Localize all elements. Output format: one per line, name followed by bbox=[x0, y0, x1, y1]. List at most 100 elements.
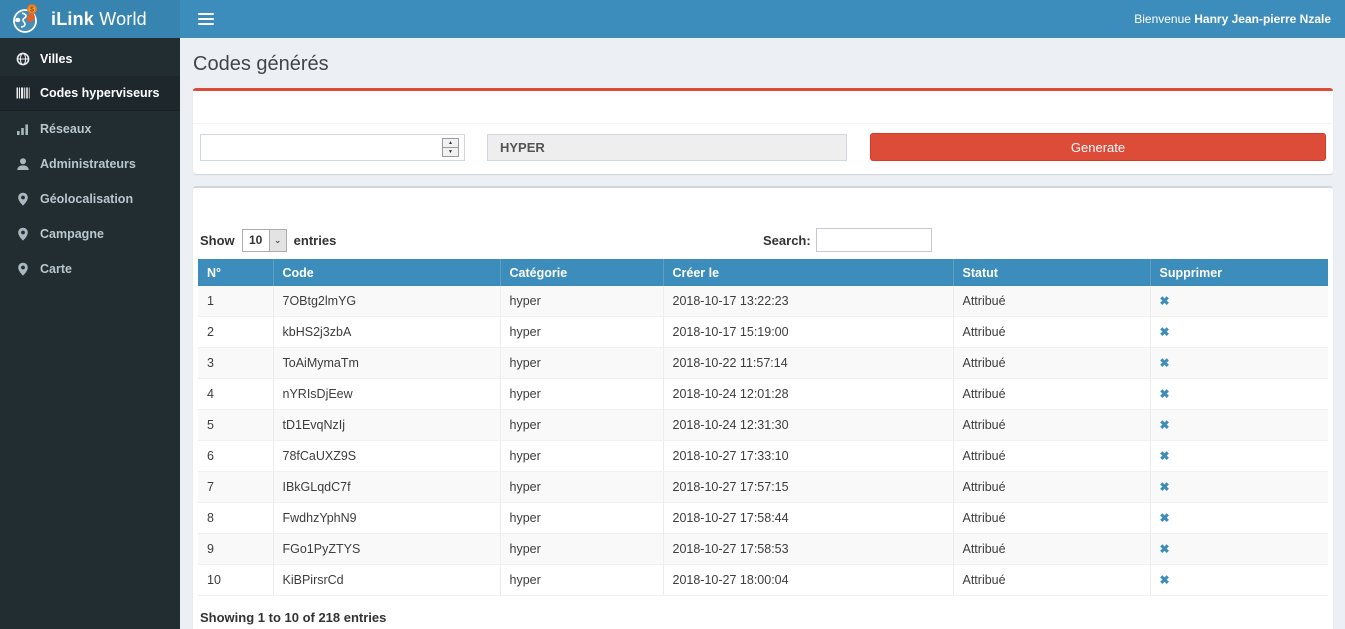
cell-code: nYRIsDjEew bbox=[273, 379, 500, 410]
column-header-numero[interactable]: N° bbox=[198, 259, 273, 286]
user-name: Hanry Jean-pierre Nzale bbox=[1194, 12, 1331, 26]
search-control: Search: bbox=[763, 228, 1326, 252]
page-length-control: Show 10 ⌄ entries bbox=[200, 228, 763, 252]
cell-statut: Attribué bbox=[953, 379, 1150, 410]
globe-icon bbox=[16, 52, 30, 66]
generate-button[interactable]: Generate bbox=[870, 133, 1326, 161]
cell-statut: Attribué bbox=[953, 410, 1150, 441]
map-marker-icon bbox=[16, 192, 30, 206]
cell-creer-le: 2018-10-27 17:58:53 bbox=[663, 534, 953, 565]
globe-pin-logo-icon: $ bbox=[12, 3, 42, 35]
panel-body: ▲ ▼ Generate bbox=[193, 124, 1333, 174]
page-length-value: 10 bbox=[243, 230, 269, 251]
delete-code-icon[interactable]: ✖ bbox=[1160, 387, 1170, 401]
table-controls: Show 10 ⌄ entries Search: bbox=[200, 228, 1326, 252]
sidebar-nav: Villes Codes hyperviseurs Réseaux Admini… bbox=[0, 38, 180, 629]
navbar: Bienvenue Hanry Jean-pierre Nzale bbox=[180, 0, 1345, 38]
cell-statut: Attribué bbox=[953, 348, 1150, 379]
code-count-field-wrap: ▲ ▼ bbox=[200, 134, 465, 161]
cell-categorie: hyper bbox=[500, 348, 663, 379]
category-input bbox=[487, 134, 847, 161]
cell-categorie: hyper bbox=[500, 534, 663, 565]
cell-creer-le: 2018-10-27 18:00:04 bbox=[663, 565, 953, 596]
sidebar-item-label: Réseaux bbox=[40, 122, 91, 136]
sidebar-item-reseaux[interactable]: Réseaux bbox=[0, 111, 180, 146]
search-input[interactable] bbox=[816, 228, 932, 252]
cell-statut: Attribué bbox=[953, 503, 1150, 534]
cell-numero: 3 bbox=[198, 348, 273, 379]
table-row: 6 78fCaUXZ9S hyper 2018-10-27 17:33:10 A… bbox=[198, 441, 1328, 472]
delete-code-icon[interactable]: ✖ bbox=[1160, 573, 1170, 587]
sidebar-item-geolocalisation[interactable]: Géolocalisation bbox=[0, 181, 180, 216]
delete-code-icon[interactable]: ✖ bbox=[1160, 325, 1170, 339]
map-marker-icon bbox=[16, 262, 30, 276]
cell-code: kbHS2j3zbA bbox=[273, 317, 500, 348]
cell-categorie: hyper bbox=[500, 472, 663, 503]
delete-code-icon[interactable]: ✖ bbox=[1160, 511, 1170, 525]
chevron-down-icon: ⌄ bbox=[269, 230, 286, 251]
column-header-statut[interactable]: Statut bbox=[953, 259, 1150, 286]
cell-creer-le: 2018-10-24 12:01:28 bbox=[663, 379, 953, 410]
cell-numero: 6 bbox=[198, 441, 273, 472]
table-row: 5 tD1EvqNzIj hyper 2018-10-24 12:31:30 A… bbox=[198, 410, 1328, 441]
codes-table: N° Code Catégorie Créer le Statut Suppri… bbox=[198, 259, 1328, 596]
column-header-code[interactable]: Code bbox=[273, 259, 500, 286]
column-header-supprimer[interactable]: Supprimer bbox=[1150, 259, 1328, 286]
spinner-up-icon[interactable]: ▲ bbox=[442, 138, 459, 148]
delete-code-icon[interactable]: ✖ bbox=[1160, 449, 1170, 463]
number-spinner: ▲ ▼ bbox=[442, 138, 459, 157]
sidebar-item-carte[interactable]: Carte bbox=[0, 251, 180, 286]
delete-code-icon[interactable]: ✖ bbox=[1160, 542, 1170, 556]
cell-numero: 4 bbox=[198, 379, 273, 410]
cell-categorie: hyper bbox=[500, 286, 663, 317]
brand-logo[interactable]: $ iLink World bbox=[0, 0, 180, 38]
cell-statut: Attribué bbox=[953, 441, 1150, 472]
cell-creer-le: 2018-10-27 17:33:10 bbox=[663, 441, 953, 472]
cell-code: FwdhzYphN9 bbox=[273, 503, 500, 534]
column-header-creer-le[interactable]: Créer le bbox=[663, 259, 953, 286]
spinner-down-icon[interactable]: ▼ bbox=[442, 148, 459, 157]
delete-code-icon[interactable]: ✖ bbox=[1160, 356, 1170, 370]
top-header: $ iLink World Bienvenue Hanry Jean-pierr… bbox=[0, 0, 1345, 38]
codes-table-panel: Show 10 ⌄ entries Search: N° Code bbox=[193, 186, 1333, 629]
cell-categorie: hyper bbox=[500, 441, 663, 472]
user-icon bbox=[16, 157, 30, 171]
sidebar-toggle-icon[interactable] bbox=[194, 7, 218, 31]
sidebar-item-label: Administrateurs bbox=[40, 157, 136, 171]
sidebar-item-label: Géolocalisation bbox=[40, 192, 133, 206]
table-row: 7 IBkGLqdC7f hyper 2018-10-27 17:57:15 A… bbox=[198, 472, 1328, 503]
map-marker-icon bbox=[16, 227, 30, 241]
signal-bars-icon bbox=[16, 122, 30, 136]
page-length-select[interactable]: 10 ⌄ bbox=[242, 229, 287, 252]
brand-title-bold: iLink bbox=[51, 9, 94, 29]
search-label: Search: bbox=[763, 233, 811, 248]
cell-statut: Attribué bbox=[953, 286, 1150, 317]
cell-numero: 7 bbox=[198, 472, 273, 503]
sidebar-item-codes-hyperviseurs[interactable]: Codes hyperviseurs bbox=[0, 76, 180, 111]
sidebar-item-campagne[interactable]: Campagne bbox=[0, 216, 180, 251]
table-row: 10 KiBPirsrCd hyper 2018-10-27 18:00:04 … bbox=[198, 565, 1328, 596]
table-header-row: N° Code Catégorie Créer le Statut Suppri… bbox=[198, 259, 1328, 286]
sidebar-item-villes[interactable]: Villes bbox=[0, 41, 180, 76]
svg-text:$: $ bbox=[30, 6, 34, 13]
code-count-input[interactable] bbox=[200, 134, 465, 161]
delete-code-icon[interactable]: ✖ bbox=[1160, 294, 1170, 308]
cell-creer-le: 2018-10-27 17:57:15 bbox=[663, 472, 953, 503]
main-content: Codes générés ▲ ▼ Generate Show 10 ⌄ bbox=[180, 38, 1345, 629]
sidebar-item-administrateurs[interactable]: Administrateurs bbox=[0, 146, 180, 181]
barcode-icon bbox=[16, 86, 30, 100]
brand-title-regular: World bbox=[94, 9, 147, 29]
cell-numero: 10 bbox=[198, 565, 273, 596]
table-row: 1 7OBtg2lmYG hyper 2018-10-17 13:22:23 A… bbox=[198, 286, 1328, 317]
column-header-categorie[interactable]: Catégorie bbox=[500, 259, 663, 286]
delete-code-icon[interactable]: ✖ bbox=[1160, 418, 1170, 432]
cell-code: IBkGLqdC7f bbox=[273, 472, 500, 503]
delete-code-icon[interactable]: ✖ bbox=[1160, 480, 1170, 494]
cell-statut: Attribué bbox=[953, 317, 1150, 348]
cell-numero: 9 bbox=[198, 534, 273, 565]
page-title: Codes générés bbox=[193, 53, 1333, 76]
cell-numero: 1 bbox=[198, 286, 273, 317]
code-generation-panel: ▲ ▼ Generate bbox=[193, 88, 1333, 174]
cell-creer-le: 2018-10-24 12:31:30 bbox=[663, 410, 953, 441]
show-label: Show bbox=[200, 233, 235, 248]
